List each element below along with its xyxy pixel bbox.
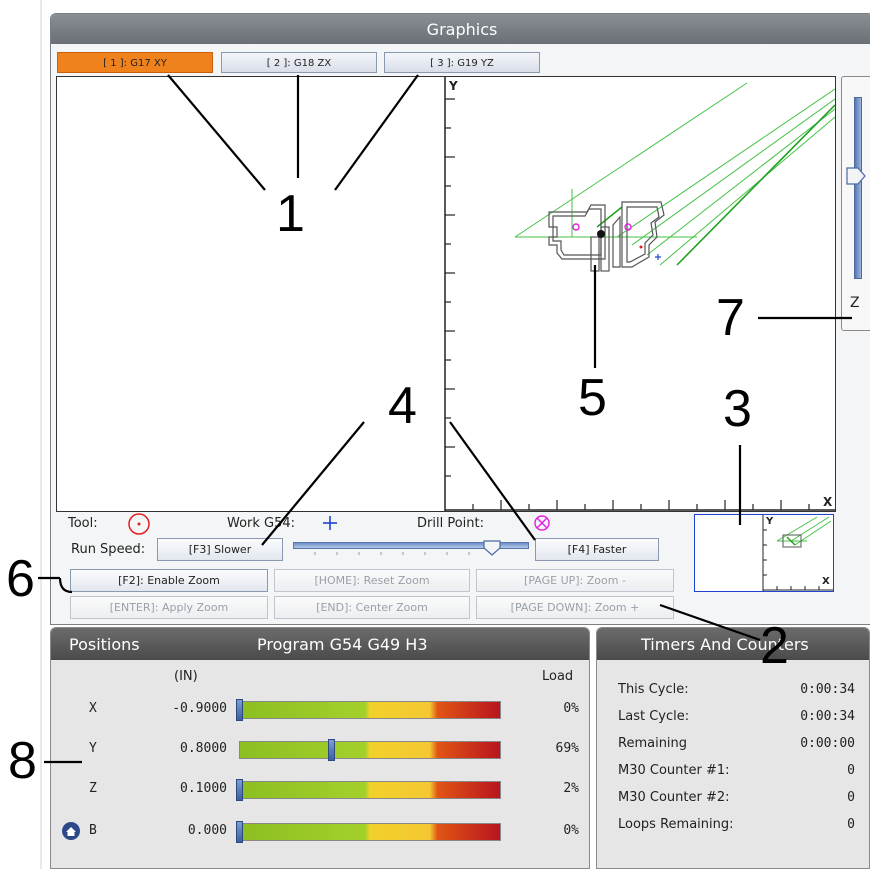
home-icon — [61, 821, 81, 841]
callout-8: 8 — [8, 732, 37, 790]
load-bar — [239, 781, 501, 799]
z-depth-slider[interactable]: Z — [841, 76, 870, 331]
timer-label: M30 Counter #1: — [618, 763, 730, 778]
timer-row-last-cycle: Last Cycle: 0:00:34 — [597, 709, 869, 736]
z-slider-track — [854, 97, 862, 279]
run-speed-slider[interactable] — [293, 538, 533, 556]
mini-x-label: X — [822, 576, 830, 587]
timer-label: Last Cycle: — [618, 709, 690, 724]
timer-label: Loops Remaining: — [618, 817, 734, 832]
positions-panel: Positions Program G54 G49 H3 (IN) Load X… — [50, 627, 590, 869]
graphics-window: Graphics [ 1 ]: G17 XY [ 2 ]: G18 ZX [ 3… — [50, 13, 870, 625]
axis-row-z: Z 0.1000 2% — [51, 776, 589, 806]
tool-legend-label: Tool: — [68, 516, 98, 531]
work-offset-icon — [321, 514, 339, 532]
callout-5: 5 — [578, 369, 607, 427]
load-marker — [236, 779, 243, 801]
enable-zoom-button[interactable]: [F2]: Enable Zoom — [70, 569, 268, 592]
apply-zoom-button[interactable]: [ENTER]: Apply Zoom — [70, 596, 268, 619]
z-slider-handle[interactable] — [846, 167, 866, 185]
drill-point-legend-label: Drill Point: — [417, 516, 484, 531]
timers-panel: Timers And Counters This Cycle: 0:00:34 … — [596, 627, 870, 869]
slower-button[interactable]: [F3] Slower — [157, 538, 283, 561]
axis-value: 0.8000 — [180, 741, 227, 756]
tab-g18-zx[interactable]: [ 2 ]: G18 ZX — [221, 52, 377, 73]
axis-row-y: Y 0.8000 69% — [51, 736, 589, 766]
load-marker — [236, 699, 243, 721]
run-speed-label: Run Speed: — [71, 542, 146, 557]
axis-label: X — [89, 701, 97, 716]
axis-label: Y — [89, 741, 97, 756]
x-axis-label: X — [823, 495, 833, 509]
work-offset-legend-label: Work G54: — [227, 516, 296, 531]
timer-row-this-cycle: This Cycle: 0:00:34 — [597, 682, 869, 709]
load-bar — [239, 741, 501, 759]
tab-g19-yz[interactable]: [ 3 ]: G19 YZ — [384, 52, 540, 73]
timer-label: This Cycle: — [618, 682, 689, 697]
callout-7: 7 — [716, 289, 745, 347]
timer-value: 0:00:34 — [800, 682, 855, 697]
mini-y-label: Y — [766, 516, 774, 527]
callout-6: 6 — [6, 550, 35, 608]
load-bar — [239, 701, 501, 719]
run-speed-handle[interactable] — [483, 540, 501, 556]
drill-point-icon — [533, 514, 551, 532]
axis-row-b: B 0.000 0% — [51, 818, 589, 848]
unit-header: (IN) — [174, 669, 198, 684]
load-percent: 69% — [555, 741, 579, 756]
mini-view-canvas — [762, 515, 833, 591]
graphics-title: Graphics — [51, 14, 870, 44]
zoom-in-button[interactable]: [PAGE DOWN]: Zoom + — [476, 596, 674, 619]
timer-value: 0 — [847, 763, 855, 778]
timer-value: 0 — [847, 817, 855, 832]
timer-value: 0:00:34 — [800, 709, 855, 724]
timer-label: Remaining — [618, 736, 688, 751]
positions-header: Positions Program G54 G49 H3 — [51, 628, 589, 660]
callout-4: 4 — [388, 377, 417, 435]
program-label: Program G54 G49 H3 — [257, 635, 428, 654]
faster-button[interactable]: [F4] Faster — [535, 538, 659, 561]
tool-icon — [127, 512, 151, 536]
axis-label: Z — [89, 781, 97, 796]
tab-g17-xy[interactable]: [ 1 ]: G17 XY — [57, 52, 213, 73]
load-percent: 0% — [563, 823, 579, 838]
load-marker — [236, 821, 243, 843]
timer-row-m30-counter-2: M30 Counter #2: 0 — [597, 790, 869, 817]
axis-value: 0.000 — [187, 823, 227, 838]
center-zoom-button[interactable]: [END]: Center Zoom — [274, 596, 470, 619]
timer-label: M30 Counter #2: — [618, 790, 730, 805]
callout-3: 3 — [723, 380, 752, 438]
timer-value: 0 — [847, 790, 855, 805]
mini-view[interactable]: Y X — [694, 514, 834, 592]
reset-zoom-button[interactable]: [HOME]: Reset Zoom — [274, 569, 470, 592]
timers-header: Timers And Counters — [597, 628, 869, 660]
axis-label: B — [89, 823, 97, 838]
load-percent: 0% — [563, 701, 579, 716]
callout-1: 1 — [276, 185, 305, 243]
window-frame-edge — [40, 0, 42, 869]
load-header: Load — [542, 669, 574, 684]
positions-title: Positions — [69, 635, 140, 654]
load-bar — [239, 823, 501, 841]
callout-2: 2 — [760, 617, 789, 675]
timer-row-remaining: Remaining 0:00:00 — [597, 736, 869, 763]
axis-row-x: X -0.9000 0% — [51, 696, 589, 726]
timer-row-m30-counter-1: M30 Counter #1: 0 — [597, 763, 869, 790]
axis-value: 0.1000 — [180, 781, 227, 796]
load-percent: 2% — [563, 781, 579, 796]
z-slider-label: Z — [850, 295, 860, 311]
axis-value: -0.9000 — [172, 701, 227, 716]
timer-row-loops-remaining: Loops Remaining: 0 — [597, 817, 869, 844]
zoom-out-button[interactable]: [PAGE UP]: Zoom - — [476, 569, 674, 592]
y-axis-label: Y — [449, 79, 458, 93]
timer-value: 0:00:00 — [800, 736, 855, 751]
load-marker — [327, 739, 335, 761]
